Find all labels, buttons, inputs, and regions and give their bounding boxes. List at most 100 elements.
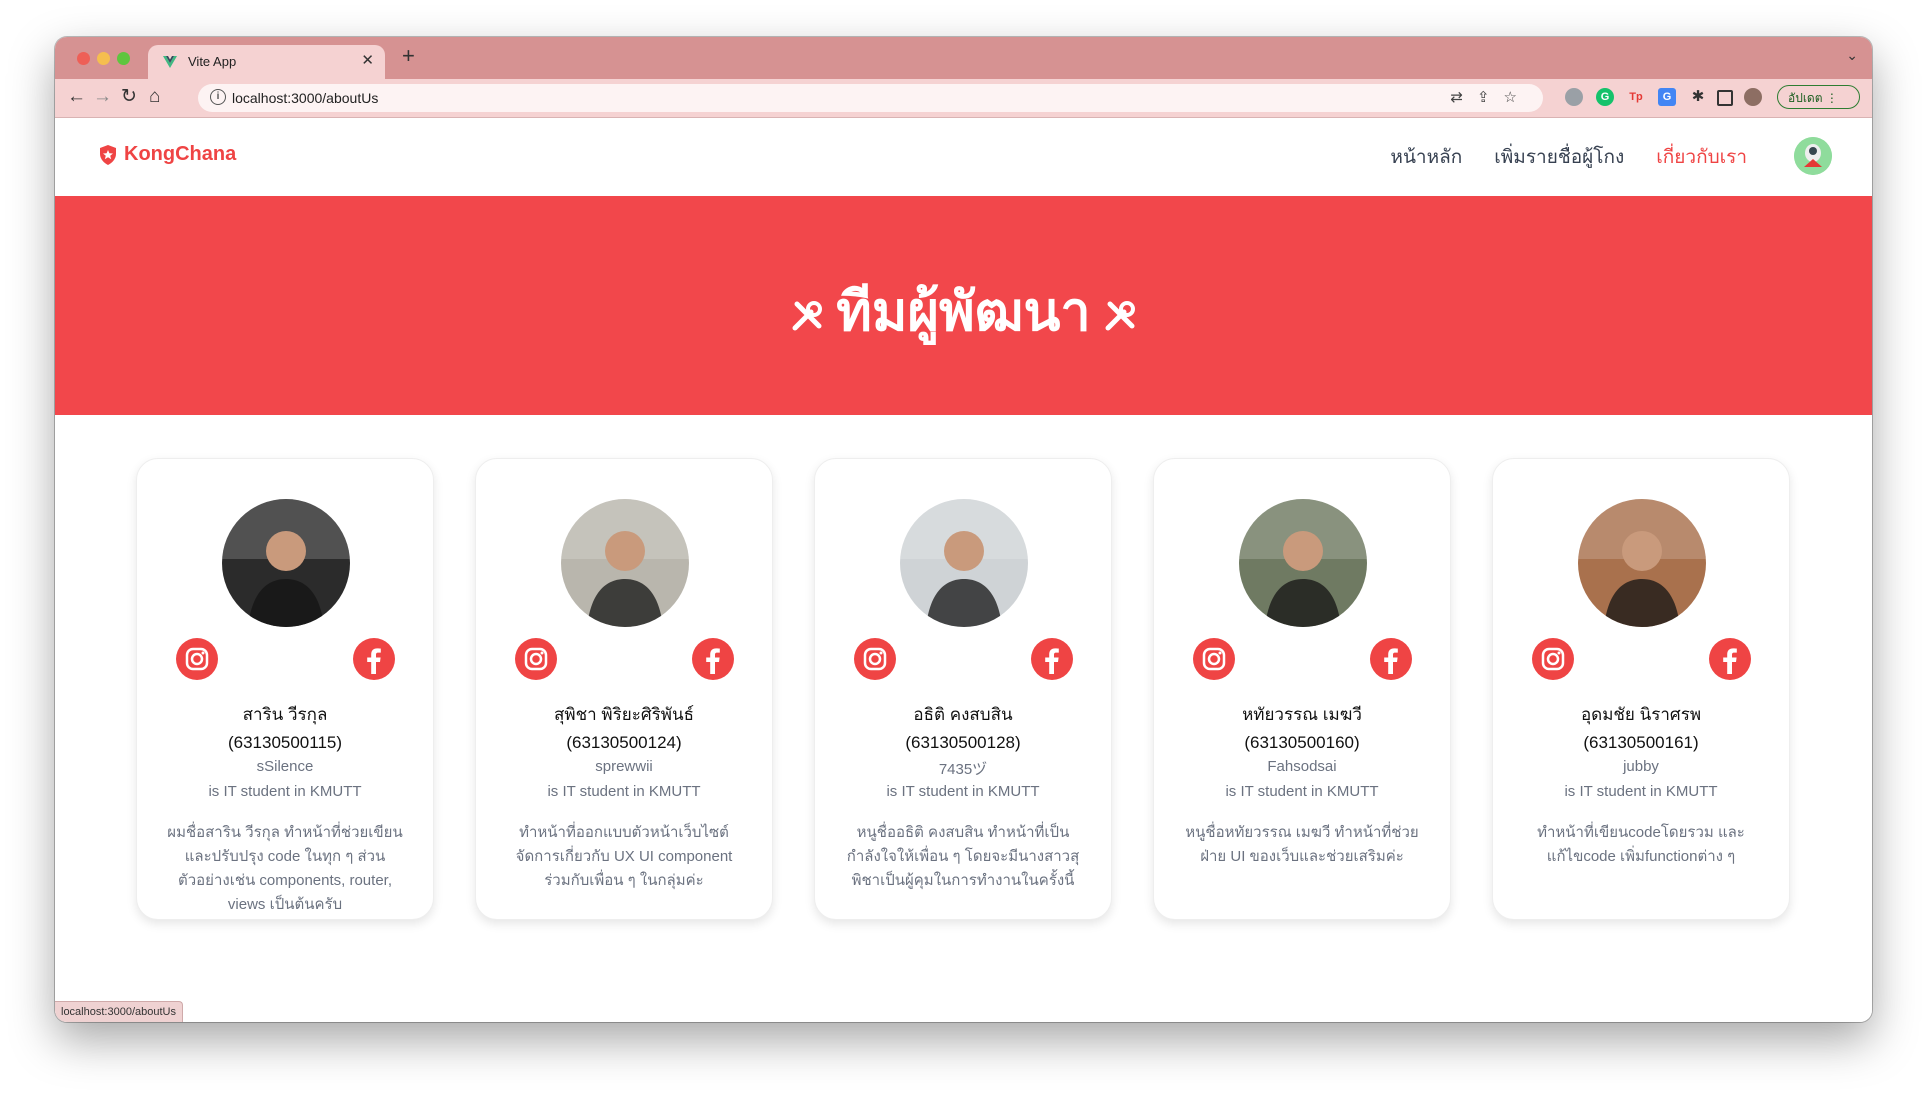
member-student-id: (63130500160) bbox=[1244, 733, 1360, 752]
menu-add-cheater[interactable]: เพิ่มรายชื่อผู้โกง bbox=[1494, 142, 1624, 172]
home-icon[interactable]: ⌂ bbox=[149, 85, 160, 109]
member-description: ทำหน้าที่เขียนcodeโดยรวม และแก้ไขcode เพ… bbox=[1537, 824, 1745, 865]
minimize-window-button[interactable] bbox=[97, 52, 110, 65]
tab-bar: Vite App ✕ + ⌄ bbox=[55, 37, 1872, 79]
avatar-illustration-icon bbox=[1794, 137, 1832, 175]
share-icon[interactable]: ⇪ bbox=[1477, 89, 1504, 106]
instagram-button[interactable] bbox=[515, 638, 557, 680]
hero-banner: ทีมผู้พัฒนา bbox=[55, 196, 1872, 415]
brand-name: KongChana bbox=[124, 143, 237, 165]
main-menu: หน้าหลัก เพิ่มรายชื่อผู้โกง เกี่ยวกับเรา bbox=[1390, 142, 1747, 172]
member-name: อุดมชัย นิราศรพ bbox=[1580, 705, 1702, 724]
member-name-block: สาริน วีรกุล (63130500115) bbox=[137, 701, 433, 757]
translate-icon[interactable]: ⇄ bbox=[1450, 89, 1477, 106]
facebook-button[interactable] bbox=[1031, 638, 1073, 680]
facebook-button[interactable] bbox=[1709, 638, 1751, 680]
instagram-icon bbox=[863, 647, 887, 671]
new-tab-icon[interactable]: + bbox=[402, 43, 415, 69]
instagram-button[interactable] bbox=[1193, 638, 1235, 680]
member-card: อธิติ คงสบสิน (63130500128) 7435ヅ is IT … bbox=[814, 458, 1112, 920]
member-nickname: sprewwii bbox=[595, 758, 653, 775]
browser-window: Vite App ✕ + ⌄ ← → ↻ ⌂ i localhost:3000/… bbox=[55, 37, 1872, 1022]
instagram-button[interactable] bbox=[176, 638, 218, 680]
member-card: อุดมชัย นิราศรพ (63130500161) jubby is I… bbox=[1492, 458, 1790, 920]
instagram-icon bbox=[1541, 647, 1565, 671]
facebook-button[interactable] bbox=[692, 638, 734, 680]
puzzle-icon[interactable]: ✱ bbox=[1689, 88, 1707, 106]
tools-icon bbox=[792, 300, 823, 331]
member-card: สุพิชา พิริยะศิริพันธ์ (63130500124) spr… bbox=[475, 458, 773, 920]
facebook-button[interactable] bbox=[353, 638, 395, 680]
member-photo bbox=[1578, 499, 1706, 627]
member-card: หทัยวรรณ เมฆวี (63130500160) Fahsodsai i… bbox=[1153, 458, 1451, 920]
vite-favicon-icon bbox=[163, 56, 177, 68]
brand-logo[interactable]: KongChana bbox=[98, 143, 236, 166]
tools-icon bbox=[1105, 300, 1135, 331]
member-role: is IT student in KMUTT bbox=[1225, 783, 1379, 800]
member-name-block: อุดมชัย นิราศรพ (63130500161) bbox=[1493, 701, 1789, 757]
tp-extension-icon[interactable]: Tp bbox=[1627, 88, 1645, 106]
reload-icon[interactable]: ↻ bbox=[121, 85, 137, 109]
address-bar[interactable]: i localhost:3000/aboutUs ⇄⇪☆ bbox=[198, 84, 1543, 112]
member-description: ผมชื่อสาริน วีรกุล ทำหน้าที่ช่วยเขียนและ… bbox=[167, 824, 403, 913]
facebook-icon bbox=[1045, 648, 1059, 674]
member-description: หนูชื่อหทัยวรรณ เมฆวี ทำหน้าที่ช่วยฝ่าย … bbox=[1185, 824, 1419, 865]
profile-avatar-icon[interactable] bbox=[1744, 88, 1762, 106]
member-role: is IT student in KMUTT bbox=[547, 783, 701, 800]
team-cards: สาริน วีรกุล (63130500115) sSilence is I… bbox=[136, 458, 1790, 920]
tab-search-chevron-icon[interactable]: ⌄ bbox=[1846, 47, 1858, 64]
tab-close-icon[interactable]: ✕ bbox=[361, 51, 374, 69]
member-student-id: (63130500115) bbox=[227, 733, 343, 752]
sidebar-icon[interactable] bbox=[1717, 90, 1733, 106]
menu-home[interactable]: หน้าหลัก bbox=[1390, 142, 1462, 172]
member-student-id: (63130500161) bbox=[1583, 733, 1699, 752]
site-navbar: KongChana หน้าหลัก เพิ่มรายชื่อผู้โกง เก… bbox=[55, 118, 1872, 196]
member-photo bbox=[900, 499, 1028, 627]
update-button[interactable]: อัปเดต ⋮ bbox=[1777, 85, 1860, 109]
member-photo bbox=[561, 499, 689, 627]
instagram-icon bbox=[1202, 647, 1226, 671]
facebook-icon bbox=[706, 648, 720, 674]
browser-toolbar: ← → ↻ ⌂ i localhost:3000/aboutUs ⇄⇪☆ G T… bbox=[55, 79, 1872, 118]
instagram-icon bbox=[185, 647, 209, 671]
member-nickname: Fahsodsai bbox=[1267, 758, 1337, 775]
user-avatar[interactable] bbox=[1794, 137, 1832, 175]
member-student-id: (63130500124) bbox=[566, 733, 682, 752]
instagram-button[interactable] bbox=[1532, 638, 1574, 680]
web-page: KongChana หน้าหลัก เพิ่มรายชื่อผู้โกง เก… bbox=[55, 118, 1872, 1022]
member-name-block: อธิติ คงสบสิน (63130500128) bbox=[815, 701, 1111, 757]
member-name: อธิติ คงสบสิน bbox=[913, 705, 1013, 724]
address-actions: ⇄⇪☆ bbox=[1450, 88, 1531, 106]
member-role: is IT student in KMUTT bbox=[886, 783, 1040, 800]
member-description: ทำหน้าที่ออกแบบตัวหน้าเว็บไซต์ จัดการเกี… bbox=[515, 824, 733, 889]
member-description: หนูชื่ออธิติ คงสบสิน ทำหน้าที่เป็นกำลังใ… bbox=[846, 824, 1080, 889]
forward-icon[interactable]: → bbox=[93, 85, 112, 109]
member-nickname: 7435ヅ bbox=[938, 761, 988, 778]
bookmark-star-icon[interactable]: ☆ bbox=[1504, 89, 1531, 106]
instagram-button[interactable] bbox=[854, 638, 896, 680]
facebook-icon bbox=[1723, 648, 1737, 674]
back-icon[interactable]: ← bbox=[67, 85, 86, 109]
translate-extension-icon[interactable]: G bbox=[1658, 88, 1676, 106]
member-name: สาริน วีรกุล bbox=[242, 705, 328, 724]
facebook-button[interactable] bbox=[1370, 638, 1412, 680]
menu-about-us[interactable]: เกี่ยวกับเรา bbox=[1656, 142, 1747, 172]
member-photo bbox=[222, 499, 350, 627]
hero-title: ทีมผู้พัฒนา bbox=[836, 282, 1091, 342]
site-info-icon[interactable]: i bbox=[210, 89, 226, 105]
member-name: หทัยวรรณ เมฆวี bbox=[1242, 705, 1362, 724]
extension-gray-icon[interactable] bbox=[1565, 88, 1583, 106]
shield-icon bbox=[100, 144, 116, 165]
member-student-id: (63130500128) bbox=[905, 733, 1021, 752]
grammarly-icon[interactable]: G bbox=[1596, 88, 1614, 106]
member-name-block: หทัยวรรณ เมฆวี (63130500160) bbox=[1154, 701, 1450, 757]
member-name-block: สุพิชา พิริยะศิริพันธ์ (63130500124) bbox=[476, 701, 772, 757]
update-label: อัปเดต bbox=[1788, 91, 1823, 105]
maximize-window-button[interactable] bbox=[117, 52, 130, 65]
close-window-button[interactable] bbox=[77, 52, 90, 65]
status-bar-url: localhost:3000/aboutUs bbox=[55, 1001, 183, 1022]
tab-title: Vite App bbox=[188, 54, 237, 69]
address-url: localhost:3000/aboutUs bbox=[232, 90, 379, 106]
member-nickname: sSilence bbox=[256, 758, 314, 775]
browser-tab[interactable]: Vite App ✕ bbox=[148, 45, 385, 79]
